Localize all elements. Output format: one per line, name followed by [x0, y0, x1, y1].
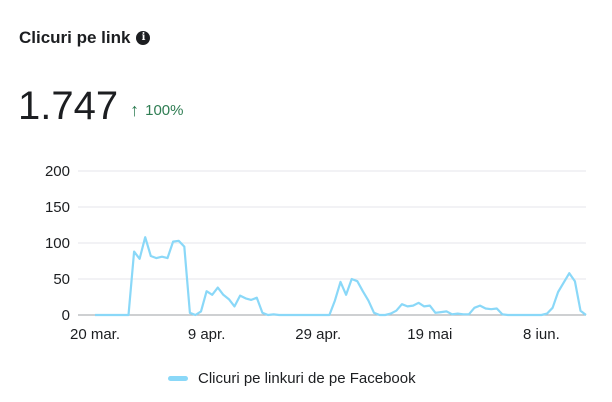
series-line[interactable]	[95, 236, 587, 317]
x-tick-label: 19 mai	[407, 326, 452, 343]
chart-legend[interactable]: Clicuri pe linkuri de pe Facebook	[168, 370, 416, 387]
y-tick-label: 100	[45, 235, 70, 252]
line-chart: 0 50 100 150 200 20 mar. 9 apr. 29 apr. 19 mai 8 …	[45, 163, 587, 343]
legend-swatch	[168, 376, 188, 381]
x-tick-label: 29 apr.	[295, 326, 341, 343]
y-tick-label: 150	[45, 199, 70, 216]
y-tick-label: 0	[62, 307, 70, 324]
legend-label: Clicuri pe linkuri de pe Facebook	[198, 370, 416, 387]
y-tick-label: 200	[45, 163, 70, 180]
y-tick-label: 50	[53, 271, 70, 288]
x-tick-label: 9 apr.	[188, 326, 226, 343]
x-tick-label: 20 mar.	[70, 326, 120, 343]
x-tick-label: 8 iun.	[523, 326, 560, 343]
